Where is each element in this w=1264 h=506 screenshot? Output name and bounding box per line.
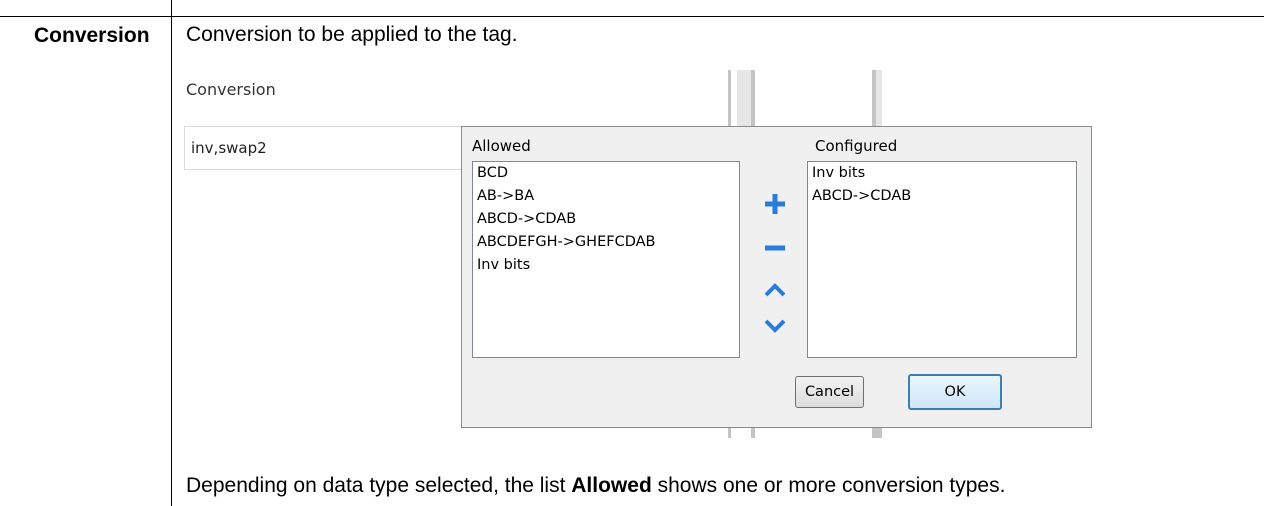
background-window-edge [751,70,755,126]
background-window-edge [872,428,882,438]
conversion-input-value: inv,swap2 [191,139,267,157]
list-item[interactable]: ABCD->CDAB [473,208,739,231]
configured-listbox[interactable]: Inv bits ABCD->CDAB [807,161,1077,358]
ok-button[interactable]: OK [908,374,1002,410]
conversion-input[interactable]: inv,swap2 [184,126,474,170]
list-item[interactable]: ABCDEFGH->GHEFCDAB [473,231,739,254]
list-item[interactable]: AB->BA [473,185,739,208]
list-item[interactable]: Inv bits [808,162,1076,185]
list-item[interactable]: BCD [473,162,739,185]
configured-list-label: Configured [815,137,898,155]
footer-text-after: shows one or more conversion types. [651,474,1006,497]
remove-button[interactable] [762,235,788,261]
conversion-dialog: Allowed BCD AB->BA ABCD->CDAB ABCDEFGH->… [461,126,1092,428]
list-item[interactable]: ABCD->CDAB [808,185,1076,208]
add-button[interactable] [762,191,788,217]
footer-text-before: Depending on data type selected, the lis… [186,474,572,497]
parameter-name: Conversion [34,24,150,47]
footer-description: Depending on data type selected, the lis… [186,472,1005,500]
chevron-up-icon [764,283,786,297]
background-window-edge [728,428,731,438]
table-top-rule [0,16,1264,17]
chevron-down-icon [764,319,786,333]
table-column-divider [171,0,172,506]
list-item[interactable]: Inv bits [473,254,739,277]
minus-icon [765,245,785,251]
move-up-button[interactable] [762,277,788,303]
background-window-edge [751,428,755,438]
cancel-button[interactable]: Cancel [795,376,864,408]
allowed-list-label: Allowed [472,137,531,155]
footer-bold-term: Allowed [571,474,652,497]
move-down-button[interactable] [762,313,788,339]
conversion-field-label: Conversion [186,80,276,99]
background-window-edge [728,70,731,126]
plus-icon [765,194,785,214]
parameter-description: Conversion to be applied to the tag. [186,23,518,46]
background-window-panel [737,70,751,126]
background-window-panel [876,70,882,126]
allowed-listbox[interactable]: BCD AB->BA ABCD->CDAB ABCDEFGH->GHEFCDAB… [472,161,740,358]
